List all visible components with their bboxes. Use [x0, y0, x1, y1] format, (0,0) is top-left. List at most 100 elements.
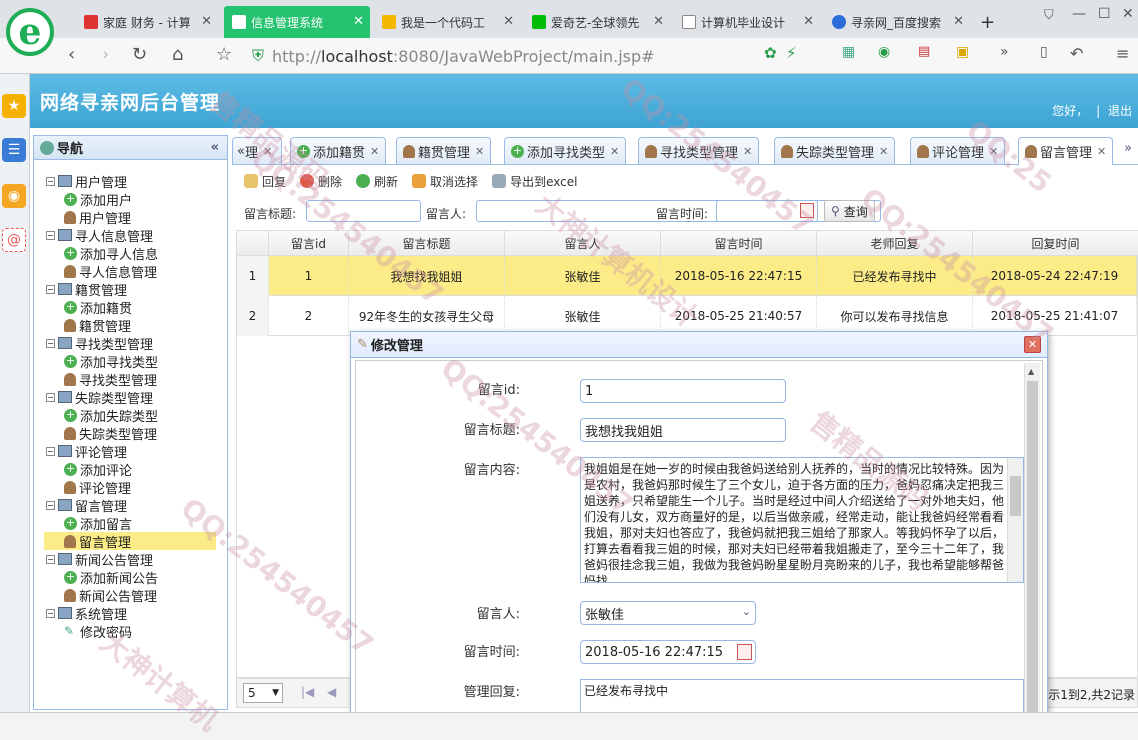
export-excel-button[interactable]: 导出到excel: [492, 173, 577, 190]
nav-item[interactable]: − 评论管理: [46, 442, 216, 461]
shield-ext-icon[interactable]: ◉: [878, 44, 890, 60]
nav-item[interactable]: − 籍贯管理: [46, 280, 216, 299]
logout-link[interactable]: 退出: [1108, 104, 1132, 118]
grid-header-time[interactable]: 留言时间: [661, 231, 817, 256]
tab-add-xunzhao-type[interactable]: + 添加寻找类型 ✕: [504, 137, 627, 164]
expand-toggle-icon[interactable]: −: [46, 284, 55, 294]
grid-header-id[interactable]: 留言id: [269, 231, 349, 256]
pdf-icon[interactable]: ▤: [918, 44, 930, 59]
grid-header-reply[interactable]: 老师回复: [817, 231, 973, 256]
scroll-up-icon[interactable]: ▲: [1028, 367, 1034, 376]
close-icon[interactable]: ✕: [989, 145, 998, 158]
nav-item[interactable]: 用户管理: [44, 208, 216, 227]
apps-icon[interactable]: ▦: [842, 44, 855, 60]
shirt-icon[interactable]: ⛉: [1044, 8, 1054, 23]
close-icon[interactable]: ✕: [879, 145, 888, 158]
nav-item[interactable]: + 添加留言: [44, 514, 216, 533]
bookmark-star-icon[interactable]: ☆: [216, 44, 232, 65]
table-row[interactable]: 1 1 我想找我姐姐 张敏佳 2018-05-16 22:47:15 已经发布寻…: [237, 256, 1137, 296]
nav-item[interactable]: − 用户管理: [46, 172, 216, 191]
maximize-icon[interactable]: ☐: [1098, 6, 1111, 22]
refresh-spin-icon[interactable]: ✿: [764, 44, 777, 62]
forward-icon[interactable]: ›: [102, 44, 109, 65]
reload-icon[interactable]: ↻: [132, 44, 147, 65]
search-title-input[interactable]: [306, 200, 421, 222]
field-content-textarea[interactable]: 我姐姐是在她一岁的时候由我爸妈送给别人抚养的，当时的情况比较特殊。因为是农村，我…: [580, 457, 1024, 583]
close-icon[interactable]: ✕: [610, 145, 619, 158]
nav-item[interactable]: + 添加新闻公告: [44, 568, 216, 587]
tab-shizong-type-manage[interactable]: 失踪类型管理 ✕: [774, 137, 896, 164]
list-icon[interactable]: ☰: [2, 138, 26, 162]
phone-icon[interactable]: ▯: [1040, 44, 1048, 60]
grid-header-reply-time[interactable]: 回复时间: [973, 231, 1138, 256]
browser-tab-2[interactable]: 信息管理系统 ✕: [224, 6, 370, 38]
nav-item[interactable]: − 寻找类型管理: [46, 334, 216, 353]
tab-comment-manage[interactable]: 评论管理 ✕: [910, 137, 1006, 164]
close-icon[interactable]: ✕: [803, 14, 814, 29]
lightning-icon[interactable]: ⚡: [786, 44, 797, 62]
more-chevron-icon[interactable]: »: [1000, 44, 1009, 60]
nav-item[interactable]: 评论管理: [44, 478, 216, 497]
tab-jiguan-manage[interactable]: 籍贯管理 ✕: [396, 137, 492, 164]
tab-message-manage[interactable]: 留言管理 ✕: [1018, 137, 1114, 165]
note-icon[interactable]: ▣: [956, 44, 969, 60]
nav-item[interactable]: + 添加失踪类型: [44, 406, 216, 425]
nav-item[interactable]: 新闻公告管理: [44, 586, 216, 605]
nav-item[interactable]: 寻人信息管理: [44, 262, 216, 281]
tab-scroll-left-icon[interactable]: «: [237, 144, 245, 159]
page-size-select[interactable]: 5 ▼: [243, 683, 283, 703]
refresh-button[interactable]: 刷新: [356, 173, 398, 190]
browser-tab-1[interactable]: 家庭 财务 - 计算 ✕: [76, 6, 218, 38]
field-title-input[interactable]: 我想找我姐姐: [580, 418, 786, 442]
expand-toggle-icon[interactable]: −: [46, 230, 55, 240]
undo-icon[interactable]: ↶: [1070, 44, 1083, 63]
unselect-button[interactable]: 取消选择: [412, 173, 478, 190]
nav-item[interactable]: + 添加籍贯: [44, 298, 216, 317]
calendar-icon[interactable]: [800, 203, 814, 218]
field-person-select[interactable]: 张敏佳 ⌄: [580, 601, 756, 625]
field-id-input[interactable]: 1: [580, 379, 786, 403]
grid-header-person[interactable]: 留言人: [505, 231, 661, 256]
email-icon[interactable]: @: [2, 228, 26, 252]
expand-toggle-icon[interactable]: −: [46, 608, 55, 618]
nav-item[interactable]: 留言管理: [44, 532, 216, 551]
scroll-thumb[interactable]: [1010, 476, 1021, 516]
tab-scroll-right-icon[interactable]: »: [1124, 141, 1132, 156]
favorites-star-icon[interactable]: ★: [2, 94, 26, 118]
close-icon[interactable]: ✕: [1097, 145, 1106, 158]
tab-partial[interactable]: « 理 ✕: [232, 137, 282, 164]
tab-add-jiguan[interactable]: + 添加籍贯 ✕: [290, 137, 387, 164]
search-time-input[interactable]: [716, 200, 818, 222]
nav-item[interactable]: ✎ 修改密码: [44, 622, 216, 641]
expand-toggle-icon[interactable]: −: [46, 554, 55, 564]
reply-button[interactable]: 回复: [244, 173, 286, 190]
expand-toggle-icon[interactable]: −: [46, 500, 55, 510]
close-icon[interactable]: ✕: [201, 14, 212, 29]
collapse-icon[interactable]: «: [211, 140, 219, 155]
calendar-icon[interactable]: [737, 644, 752, 660]
nav-item[interactable]: 失踪类型管理: [44, 424, 216, 443]
close-icon[interactable]: ✕: [370, 145, 379, 158]
dialog-close-button[interactable]: ✕: [1024, 336, 1041, 353]
expand-toggle-icon[interactable]: −: [46, 446, 55, 456]
close-icon[interactable]: ✕: [263, 145, 272, 158]
close-icon[interactable]: ✕: [475, 145, 484, 158]
expand-toggle-icon[interactable]: −: [46, 392, 55, 402]
nav-item[interactable]: + 添加用户: [44, 190, 216, 209]
first-page-icon[interactable]: |◀: [301, 685, 314, 699]
window-close-icon[interactable]: ✕: [1122, 6, 1134, 22]
browser-tab-5[interactable]: 计算机毕业设计 ✕: [674, 6, 820, 38]
table-row[interactable]: 2 2 92年冬生的女孩寻生父母 张敏佳 2018-05-25 21:40:57…: [237, 296, 1137, 336]
expand-toggle-icon[interactable]: −: [46, 338, 55, 348]
nav-item[interactable]: − 寻人信息管理: [46, 226, 216, 245]
nav-item[interactable]: − 失踪类型管理: [46, 388, 216, 407]
nav-item[interactable]: 寻找类型管理: [44, 370, 216, 389]
weibo-icon[interactable]: ◉: [2, 184, 26, 208]
nav-item[interactable]: 籍贯管理: [44, 316, 216, 335]
expand-toggle-icon[interactable]: −: [46, 176, 55, 186]
close-icon[interactable]: ✕: [503, 14, 514, 29]
close-icon[interactable]: ✕: [953, 14, 964, 29]
browser-tab-6[interactable]: 寻亲网_百度搜索 ✕: [824, 6, 970, 38]
query-button[interactable]: ⚲ 查询: [824, 200, 875, 222]
grid-header-title[interactable]: 留言标题: [349, 231, 505, 256]
